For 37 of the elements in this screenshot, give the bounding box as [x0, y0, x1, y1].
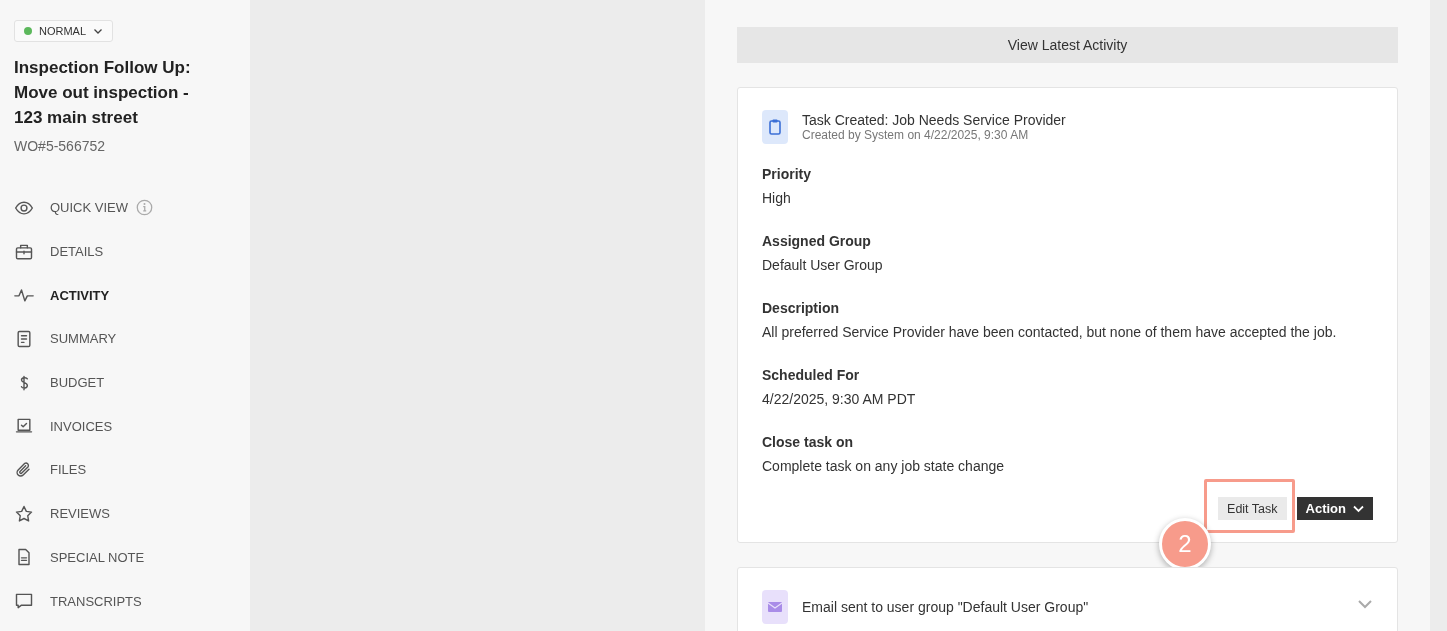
clipboard-icon	[762, 110, 788, 144]
field-label: Scheduled For	[762, 366, 861, 385]
work-order-number: WO#5-566752	[14, 138, 107, 154]
field-label: Priority	[762, 165, 812, 184]
nav-item[interactable]: INVOICES	[14, 404, 236, 449]
field-label: Description	[762, 299, 840, 318]
edit-task-button[interactable]: Edit Task	[1218, 497, 1287, 520]
field-value: High	[762, 189, 792, 208]
nav-item[interactable]: FILES	[14, 448, 236, 492]
doc-icon	[14, 328, 34, 349]
nav-item[interactable]: SPECIAL NOTE	[14, 535, 236, 580]
nav-item[interactable]: DETAILS	[14, 229, 236, 274]
nav-item[interactable]: TRANSCRIPTS	[14, 579, 236, 623]
nav-item[interactable]: QUICK VIEW	[14, 186, 236, 230]
status-dropdown[interactable]: NORMAL	[14, 20, 114, 42]
chevron-down-icon	[1353, 504, 1364, 513]
field-value: Default User Group	[762, 256, 884, 275]
chevron-down-icon[interactable]	[93, 26, 104, 36]
field-value: Complete task on any job state change	[762, 457, 1006, 476]
activity-title: Task Created: Job Needs Service Provider	[802, 112, 1066, 128]
star-icon	[14, 503, 34, 524]
work-order-title: Inspection Follow Up: Move out inspection - 123 main street	[14, 57, 192, 129]
view-latest-activity-button[interactable]: View Latest Activity	[737, 27, 1398, 63]
envelope-icon	[762, 590, 788, 624]
step-number: 2	[1159, 518, 1211, 570]
nav-item[interactable]: REVIEWS	[14, 491, 236, 536]
nav-item[interactable]: SUMMARY	[14, 317, 236, 361]
activity-subtitle: Created by System on 4/22/2025, 9:30 AM	[802, 128, 1030, 142]
field-label: Assigned Group	[762, 232, 872, 251]
info-icon[interactable]	[136, 199, 153, 217]
field-value: All preferred Service Provider have been contacted, but none of them have accepted the job.	[762, 323, 1338, 342]
nav-item[interactable]: ACTIVITY	[14, 273, 236, 318]
nav-item[interactable]: BUDGET	[14, 360, 236, 405]
activity-title: Email sent to user group "Default User Group"	[802, 599, 1089, 615]
action-button[interactable]: Action	[1296, 497, 1373, 520]
field-value: 4/22/2025, 9:30 AM PDT	[762, 390, 917, 409]
field-label: Close task on	[762, 433, 855, 452]
